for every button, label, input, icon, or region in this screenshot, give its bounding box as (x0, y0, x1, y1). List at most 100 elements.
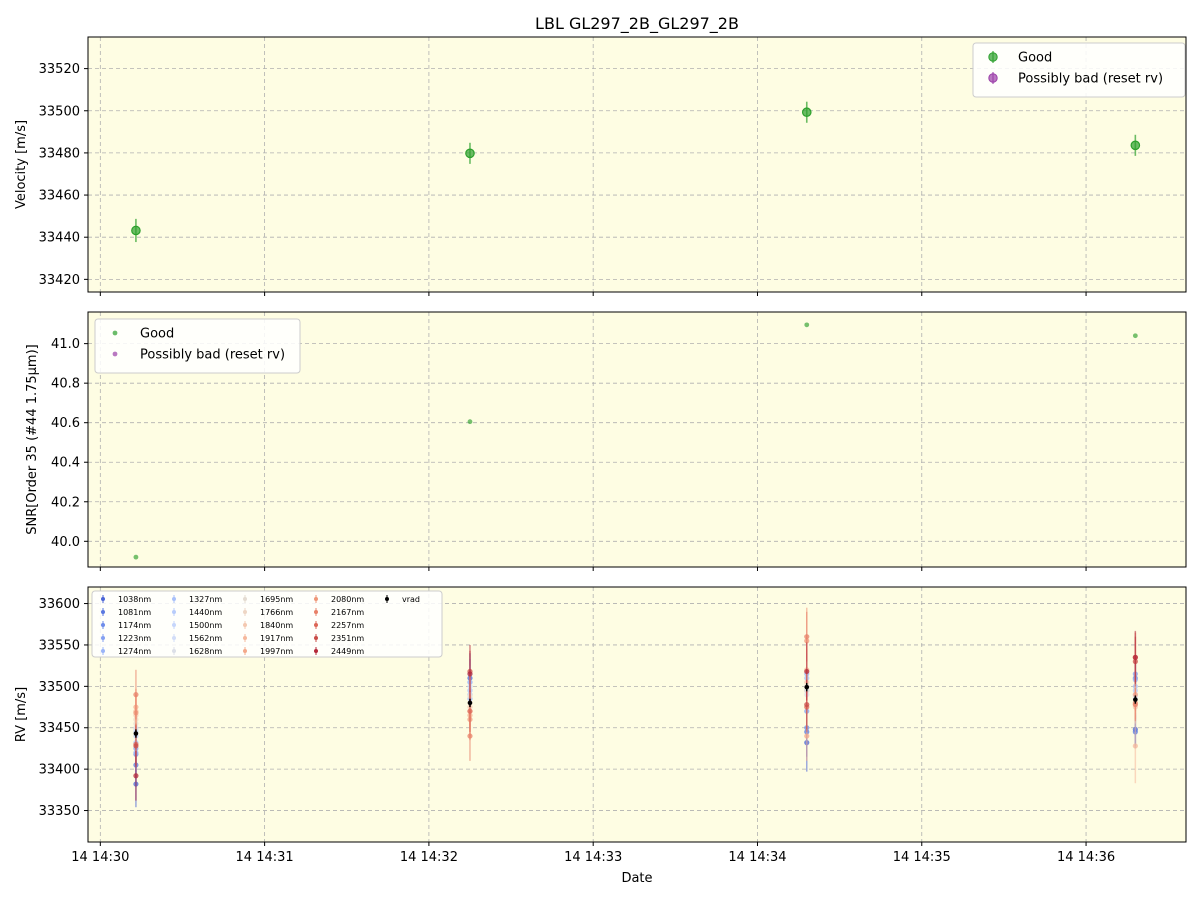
legend: 1038nm 1081nm 1174nm 1223nm 1274nm 1327nm 1440… (91, 590, 443, 658)
y-tick-label: 33350 (39, 804, 80, 819)
legend-label: 1562nm (189, 634, 222, 643)
legend-label: Good (140, 327, 174, 342)
y-axis-label: SNR[Order 35 (#44 1.75μm)] (25, 344, 40, 535)
x-tick-label: 14 14:31 (236, 850, 294, 865)
y-tick-label: 33400 (39, 763, 80, 778)
legend-label: 1223nm (118, 634, 151, 643)
y-tick-label: 33500 (39, 680, 80, 695)
x-tick-label: 14 14:35 (893, 850, 951, 865)
y-axis-label: Velocity [m/s] (14, 120, 29, 209)
legend-label: 1500nm (189, 621, 222, 630)
y-tick-label: 33600 (39, 597, 80, 612)
legend-marker (172, 649, 176, 653)
y-tick-label: 40.8 (51, 377, 80, 392)
legend-marker (112, 351, 118, 357)
data-point (801, 107, 812, 118)
legend-label: 1174nm (118, 621, 151, 630)
legend-box (972, 42, 1186, 98)
data-point (1132, 333, 1138, 339)
y-tick-label: 40.0 (51, 535, 80, 550)
x-tick-label: 14 14:33 (564, 850, 622, 865)
data-point (804, 668, 810, 675)
data-point (1132, 654, 1138, 660)
data-point (467, 700, 473, 706)
y-tick-label: 33460 (39, 189, 80, 204)
y-tick-label: 33550 (39, 638, 80, 653)
data-point (133, 773, 139, 779)
legend-label: Good (1018, 51, 1052, 66)
y-axis-label: RV [m/s] (14, 687, 29, 742)
legend-marker (314, 649, 318, 653)
legend-marker (988, 52, 998, 62)
legend-label: 2167nm (331, 608, 364, 617)
legend-marker (101, 649, 105, 653)
legend-marker (314, 597, 318, 601)
x-tick-label: 14 14:32 (400, 850, 458, 865)
legend-marker (243, 623, 247, 627)
y-tick-label: 33480 (39, 146, 80, 161)
legend-label: 1274nm (118, 647, 151, 656)
legend-marker (385, 597, 389, 601)
data-point (467, 708, 473, 714)
legend-label: 2351nm (331, 634, 364, 643)
legend-label: 1628nm (189, 647, 222, 656)
legend-marker (172, 597, 176, 601)
legend: Good Possibly bad (reset rv) (94, 318, 301, 374)
legend-label: 2080nm (331, 595, 364, 604)
legend: Good Possibly bad (reset rv) (972, 42, 1186, 98)
y-tick-label: 33450 (39, 721, 80, 736)
x-tick-label: 14 14:30 (71, 850, 129, 865)
legend-label: Possibly bad (reset rv) (140, 348, 285, 363)
y-tick-label: 40.2 (51, 495, 80, 510)
y-tick-label: 33440 (39, 231, 80, 246)
legend-marker (243, 610, 247, 614)
data-point (467, 419, 473, 425)
data-point (133, 743, 139, 749)
legend-label: 1440nm (189, 608, 222, 617)
legend-label: 1038nm (118, 595, 151, 604)
legend-marker (243, 636, 247, 640)
legend-label: 1081nm (118, 608, 151, 617)
panel-3: 14 14:30 14 14:31 14 14:32 14 14:33 14 14:34… (14, 586, 1187, 865)
data-point (804, 684, 810, 690)
figure: LBL GL297_2B_GL297_2B 334203344033460334… (14, 14, 1187, 886)
x-tick-label: 14 14:34 (728, 850, 786, 865)
data-point (131, 225, 141, 236)
data-point (1132, 743, 1138, 749)
legend-marker (112, 330, 118, 336)
legend-label: 1997nm (260, 647, 293, 656)
y-tick-label: 40.6 (51, 416, 80, 431)
y-tick-label: 33500 (39, 104, 80, 119)
data-point (133, 692, 139, 698)
legend-label: 1327nm (189, 595, 222, 604)
legend-marker (172, 610, 176, 614)
data-point (804, 733, 810, 739)
legend-marker (988, 73, 998, 83)
data-point (133, 731, 139, 736)
y-tick-label: 33520 (39, 62, 80, 77)
legend-marker (101, 623, 105, 627)
legend-label: 1840nm (260, 621, 293, 630)
y-tick-label: 41.0 (51, 337, 80, 352)
y-tick-label: 33420 (39, 273, 80, 288)
legend-label: 1766nm (260, 608, 293, 617)
legend-box (94, 318, 301, 374)
data-point (1133, 697, 1138, 702)
legend-marker (243, 597, 247, 601)
x-axis-label: Date (621, 871, 652, 886)
legend-label: Possibly bad (reset rv) (1018, 72, 1163, 87)
legend-label: 1917nm (260, 634, 293, 643)
data-point (804, 701, 810, 708)
x-tick-label: 14 14:36 (1057, 850, 1115, 865)
data-point (804, 322, 810, 328)
legend-marker (101, 610, 105, 614)
panel-1: 33420 33440 33460 33480 33500 33520 Velocity [… (14, 36, 1187, 296)
panel-2: 40.0 40.2 40.4 40.6 40.8 41.0 SNR[Order 35 (#4… (25, 311, 1187, 571)
legend-marker (314, 636, 318, 640)
data-point (804, 634, 810, 640)
legend-marker (172, 636, 176, 640)
legend-label: vrad (402, 595, 420, 604)
figure-title: LBL GL297_2B_GL297_2B (535, 14, 739, 34)
legend-marker (101, 597, 105, 601)
data-point (467, 671, 473, 677)
